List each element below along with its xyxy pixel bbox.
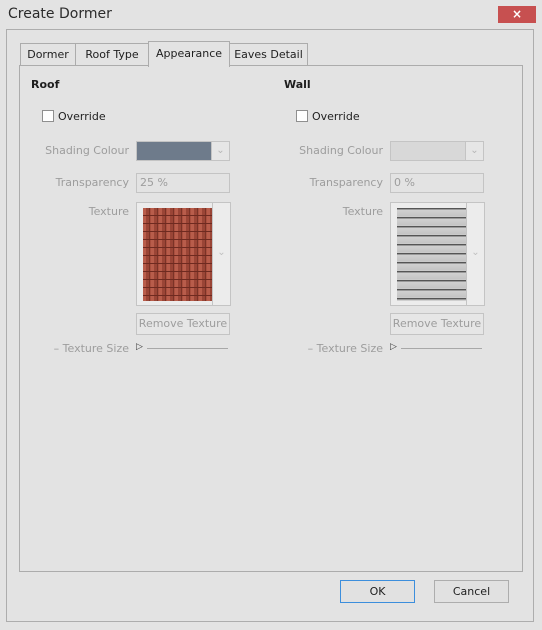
wall-texture-select[interactable]: ⌄ xyxy=(390,202,485,306)
tab-label: Dormer xyxy=(27,48,69,61)
tab-eaves-detail[interactable]: Eaves Detail xyxy=(229,43,308,66)
tab-label: Appearance xyxy=(155,47,223,60)
wall-override-checkbox[interactable] xyxy=(296,110,308,122)
roof-texture-size-label: – Texture Size xyxy=(53,342,129,355)
wall-texture-size-slider-track[interactable] xyxy=(401,348,482,349)
tab-dormer[interactable]: Dormer xyxy=(20,43,76,66)
close-icon: × xyxy=(511,7,523,21)
wall-siding-texture-image xyxy=(397,208,466,301)
roof-texture-label: Texture xyxy=(88,205,129,218)
wall-shading-colour-select[interactable]: ⌄ xyxy=(390,141,484,161)
roof-texture-size-slider-thumb[interactable]: ▷ xyxy=(136,342,143,352)
wall-shading-colour-label: Shading Colour xyxy=(299,144,383,157)
cancel-button[interactable]: Cancel xyxy=(434,580,509,603)
chevron-down-icon: ⌄ xyxy=(466,203,484,305)
roof-colour-swatch xyxy=(137,142,212,160)
chevron-down-icon: ⌄ xyxy=(211,142,229,160)
wall-override-label: Override xyxy=(312,110,360,123)
roof-transparency-input[interactable]: 25 % xyxy=(136,173,230,193)
wall-section-title: Wall xyxy=(284,78,311,91)
tab-label: Eaves Detail xyxy=(234,48,303,61)
wall-texture-size-slider-thumb[interactable]: ▷ xyxy=(390,342,397,352)
window-title: Create Dormer xyxy=(8,6,112,22)
tab-appearance[interactable]: Appearance xyxy=(148,41,230,67)
wall-remove-texture-button[interactable]: Remove Texture xyxy=(390,313,484,335)
chevron-down-icon: ⌄ xyxy=(212,203,230,305)
roof-texture-size-slider-track[interactable] xyxy=(147,348,228,349)
roof-tile-texture-image xyxy=(143,208,212,301)
roof-remove-texture-button[interactable]: Remove Texture xyxy=(136,313,230,335)
close-button[interactable]: × xyxy=(498,6,536,23)
roof-override-label: Override xyxy=(58,110,106,123)
ok-button[interactable]: OK xyxy=(340,580,415,603)
roof-texture-select[interactable]: ⌄ xyxy=(136,202,231,306)
wall-colour-swatch xyxy=(391,142,466,160)
roof-shading-colour-label: Shading Colour xyxy=(45,144,129,157)
wall-texture-label: Texture xyxy=(342,205,383,218)
tab-roof-type[interactable]: Roof Type xyxy=(75,43,149,66)
wall-texture-size-label: – Texture Size xyxy=(307,342,383,355)
tab-label: Roof Type xyxy=(85,48,139,61)
roof-transparency-label: Transparency xyxy=(55,176,129,189)
roof-section-title: Roof xyxy=(31,78,60,91)
roof-shading-colour-select[interactable]: ⌄ xyxy=(136,141,230,161)
wall-transparency-input[interactable]: 0 % xyxy=(390,173,484,193)
roof-override-checkbox[interactable] xyxy=(42,110,54,122)
wall-transparency-label: Transparency xyxy=(309,176,383,189)
chevron-down-icon: ⌄ xyxy=(465,142,483,160)
